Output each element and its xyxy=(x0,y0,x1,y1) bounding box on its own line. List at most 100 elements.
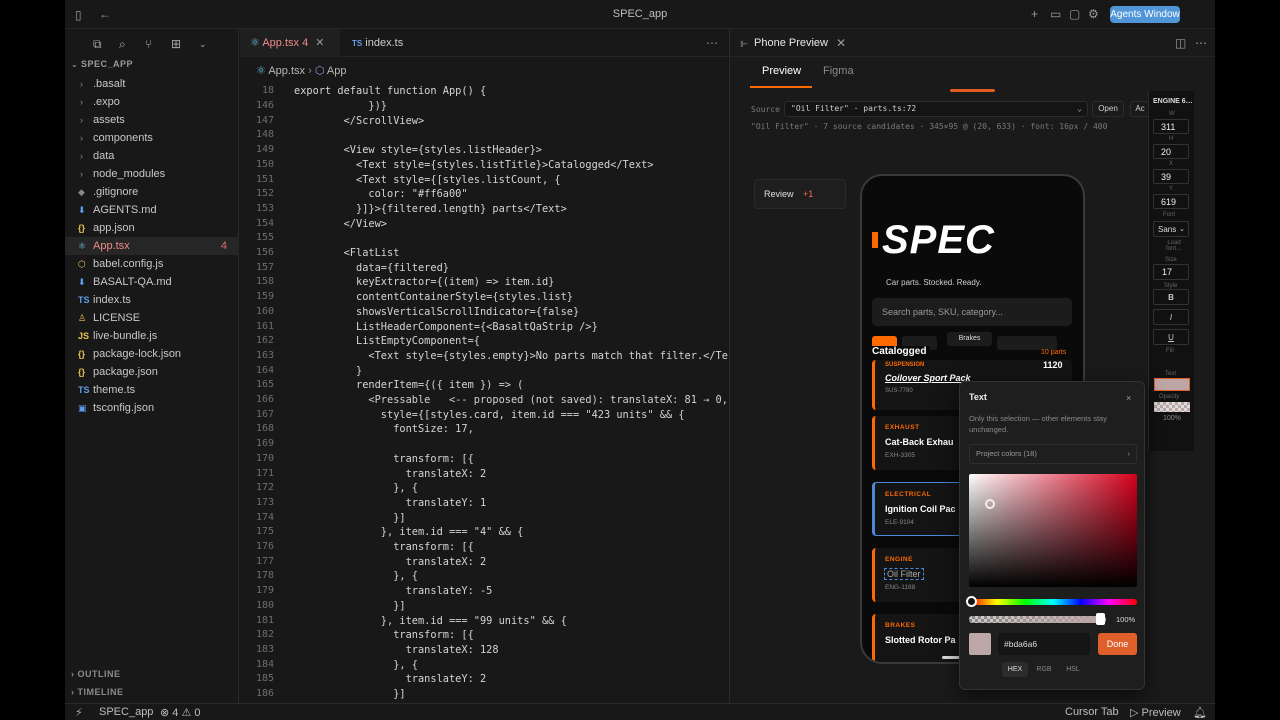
split-icon[interactable]: ◫ xyxy=(1175,37,1186,49)
alpha-handle[interactable] xyxy=(1096,613,1105,625)
file-item[interactable]: ⬇ BASALT-QA.md xyxy=(65,273,239,291)
card-sku: ENG-1188 xyxy=(885,584,916,591)
hue-handle[interactable] xyxy=(966,596,977,607)
file-item[interactable]: {} package-lock.json xyxy=(65,345,239,363)
card-sku: EXH-3305 xyxy=(885,452,915,459)
folder-item[interactable]: › .basalt xyxy=(65,75,239,93)
preview-status[interactable]: ▷ Preview xyxy=(1130,706,1181,719)
file-item[interactable]: ▣ tsconfig.json xyxy=(65,399,239,417)
chip-brakes[interactable]: Brakes xyxy=(947,332,992,346)
card-title[interactable]: Oil Filter xyxy=(884,568,924,580)
code-line: <Text style={[styles.listCount, { xyxy=(294,173,561,186)
subtab-preview[interactable]: Preview xyxy=(762,65,801,77)
underline-button[interactable]: U xyxy=(1153,329,1189,345)
line-number: 181 xyxy=(255,614,274,626)
files-icon[interactable]: ⧉ xyxy=(93,37,102,52)
close-icon[interactable]: ✕ xyxy=(315,37,324,49)
file-item[interactable]: ♙ LICENSE xyxy=(65,309,239,327)
code-line: })} xyxy=(294,100,387,112)
file-type-icon: TS xyxy=(78,295,90,305)
project-colors-select[interactable]: Project colors (18) › xyxy=(969,444,1137,464)
hex-input[interactable]: #bda6a6 xyxy=(998,633,1090,655)
mode-hex[interactable]: HEX xyxy=(1002,662,1028,677)
done-button[interactable]: Done xyxy=(1098,633,1137,655)
outline-section[interactable]: › OUTLINE xyxy=(71,669,121,679)
picker-handle[interactable] xyxy=(985,499,995,509)
workspace-name[interactable]: SPEC_app xyxy=(99,706,153,718)
file-item[interactable]: JS live-bundle.js xyxy=(65,327,239,345)
code-line: }, item.id === "4" && { xyxy=(294,526,524,539)
geometry-field[interactable]: 39 xyxy=(1153,169,1189,184)
active-tab-underline xyxy=(750,86,812,88)
search-input[interactable]: Search parts, SKU, category... xyxy=(872,298,1072,326)
text-color-swatch[interactable] xyxy=(1154,378,1190,391)
file-item[interactable]: {} package.json xyxy=(65,363,239,381)
bold-button[interactable]: B xyxy=(1153,289,1189,305)
file-item[interactable]: ◆ .gitignore xyxy=(65,183,239,201)
tab-index-ts[interactable]: TS index.ts xyxy=(342,29,413,57)
bell-icon[interactable]: 🔔︎ xyxy=(1193,706,1207,719)
geometry-field[interactable]: 311 xyxy=(1153,119,1189,134)
folder-item[interactable]: › data xyxy=(65,147,239,165)
chat-icon[interactable]: ▢ xyxy=(1069,8,1080,20)
file-item[interactable]: TS index.ts xyxy=(65,291,239,309)
source-select[interactable]: "Oil Filter" · parts.ts:72 ⌄ xyxy=(784,101,1088,117)
apply-button[interactable]: Ac xyxy=(1130,101,1150,117)
source-control-icon[interactable]: ⑂ xyxy=(145,37,152,51)
more-icon[interactable]: ⋯ xyxy=(1195,37,1207,49)
geometry-field[interactable]: 20 xyxy=(1153,144,1189,159)
file-item[interactable]: TS theme.ts xyxy=(65,381,239,399)
chip-suspension[interactable] xyxy=(997,336,1057,350)
code-line: translateX: 2 xyxy=(294,555,487,568)
file-item[interactable]: ⚛ App.tsx 4 xyxy=(65,237,239,255)
saturation-picker[interactable] xyxy=(969,474,1137,587)
line-number: 158 xyxy=(255,276,274,288)
alpha-slider[interactable] xyxy=(969,613,1106,625)
hue-slider[interactable] xyxy=(966,596,1137,607)
folder-item[interactable]: › .expo xyxy=(65,93,239,111)
extensions-icon[interactable]: ⊞ xyxy=(171,37,181,51)
gear-icon[interactable]: ⚙ xyxy=(1088,8,1099,20)
close-icon[interactable]: × xyxy=(1126,392,1131,404)
italic-button[interactable]: I xyxy=(1153,309,1189,325)
card-title: Slotted Rotor Pa xyxy=(885,635,956,645)
file-type-icon: ⬡ xyxy=(78,259,86,269)
file-item[interactable]: ⬇ AGENTS.md xyxy=(65,201,239,219)
chevron-down-icon[interactable]: ⌄ xyxy=(199,39,207,50)
tab-app-tsx[interactable]: ⚛ App.tsx 4 ✕ xyxy=(240,29,340,57)
explorer-root[interactable]: ⌄ SPEC_APP xyxy=(71,59,133,69)
code-line: keyExtractor={(item) => item.id} xyxy=(294,276,555,289)
geometry-field[interactable]: 619 xyxy=(1153,194,1189,209)
problems-indicator[interactable]: ⊗ 4 ⚠ 0 xyxy=(160,706,201,719)
remote-icon[interactable]: ⚡ xyxy=(75,706,83,719)
layout-icon[interactable]: ▭ xyxy=(1050,8,1061,20)
search-icon[interactable]: ⌕ xyxy=(119,37,126,52)
mode-rgb[interactable]: RGB xyxy=(1031,662,1057,677)
code-area[interactable]: 18 export default function App() {146 })}… xyxy=(240,83,728,703)
open-button[interactable]: Open xyxy=(1092,101,1124,117)
subtab-figma[interactable]: Figma xyxy=(823,65,854,77)
line-number: 152 xyxy=(255,188,274,200)
tree-item-label: tsconfig.json xyxy=(93,402,155,414)
font-select[interactable]: Sans ⌄ xyxy=(1153,221,1189,237)
mode-hsl[interactable]: HSL xyxy=(1060,662,1086,677)
more-icon[interactable]: ⋯ xyxy=(706,37,718,49)
plus-icon[interactable]: + xyxy=(1031,8,1038,20)
timeline-section[interactable]: › TIMELINE xyxy=(71,687,124,697)
folder-item[interactable]: › components xyxy=(65,129,239,147)
line-number: 151 xyxy=(255,173,274,185)
code-line: <View style={styles.listHeader}> xyxy=(294,144,542,157)
size-field[interactable]: 17 xyxy=(1153,264,1189,280)
phone-preview-tab[interactable]: Phone Preview xyxy=(754,37,828,49)
review-card[interactable]: Review +1 xyxy=(754,179,846,209)
file-item[interactable]: ⬡ babel.config.js xyxy=(65,255,239,273)
file-item[interactable]: {} app.json xyxy=(65,219,239,237)
cursor-tab-status[interactable]: Cursor Tab xyxy=(1065,706,1119,718)
close-icon[interactable]: ✕ xyxy=(836,37,846,49)
tree-item-label: package-lock.json xyxy=(93,348,182,360)
folder-item[interactable]: › node_modules xyxy=(65,165,239,183)
folder-item[interactable]: › assets xyxy=(65,111,239,129)
agents-window-button[interactable]: Agents Window xyxy=(1110,6,1180,23)
opacity-swatch[interactable] xyxy=(1154,402,1190,412)
file-type-icon: {} xyxy=(78,349,86,359)
